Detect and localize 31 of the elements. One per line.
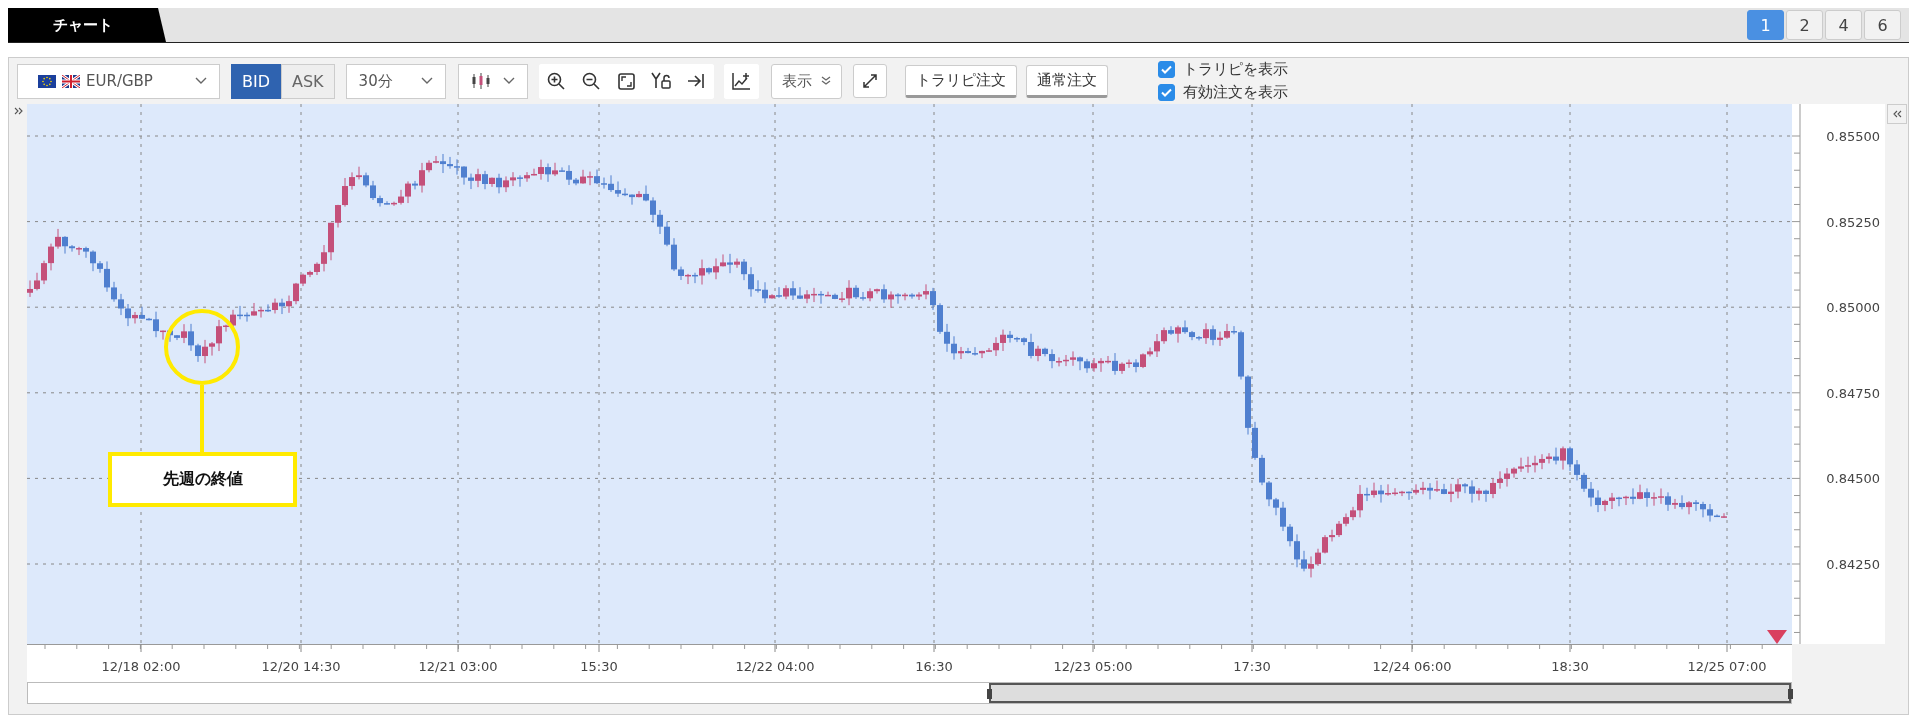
x-axis-label: 12/21 03:00 xyxy=(418,659,498,674)
currency-pair-dropdown[interactable]: EUR/GBP xyxy=(17,63,220,99)
order-button[interactable]: 通常注文 xyxy=(1025,64,1108,98)
chart-tab[interactable]: チャート xyxy=(8,8,166,42)
price-side-toggle[interactable]: BID xyxy=(231,63,281,99)
x-axis-label: 12/25 07:00 xyxy=(1687,659,1767,674)
layout-button[interactable]: 6 xyxy=(1864,10,1901,40)
checkbox-label: 有効注文を表示 xyxy=(1182,83,1288,102)
price-side-toggle[interactable]: ASK xyxy=(281,63,335,99)
timeframe-dropdown[interactable]: 30分 xyxy=(345,63,446,99)
x-axis-label: 12/23 05:00 xyxy=(1053,659,1133,674)
order-button[interactable]: トラリピ注文 xyxy=(904,64,1017,98)
y-axis-label: 0.85500 xyxy=(1826,129,1880,144)
x-axis-label: 18:30 xyxy=(1551,659,1589,674)
y-axis-label: 0.85250 xyxy=(1826,214,1880,230)
layout-button[interactable]: 2 xyxy=(1786,10,1823,40)
layout-button[interactable]: 4 xyxy=(1825,10,1862,40)
display-dropdown[interactable]: 表示 xyxy=(770,63,842,99)
y-axis-label: 0.84500 xyxy=(1826,471,1880,487)
x-axis-label: 12/24 06:00 xyxy=(1372,659,1452,674)
callout-label: 先週の終値 xyxy=(108,452,297,507)
y-axis-label: 0.84750 xyxy=(1826,385,1880,401)
x-axis-label: 12/20 14:30 xyxy=(261,659,341,674)
x-axis-label: 15:30 xyxy=(580,659,618,674)
x-axis-label: 12/18 02:00 xyxy=(101,659,181,674)
x-axis-label: 16:30 xyxy=(915,659,953,674)
x-axis-label: 17:30 xyxy=(1233,659,1271,674)
checkbox-label: トラリピを表示 xyxy=(1182,60,1288,79)
y-axis-label: 0.85000 xyxy=(1826,300,1880,316)
y-axis-label: 0.84250 xyxy=(1826,557,1880,572)
x-axis-label: 12/22 04:00 xyxy=(735,659,815,674)
